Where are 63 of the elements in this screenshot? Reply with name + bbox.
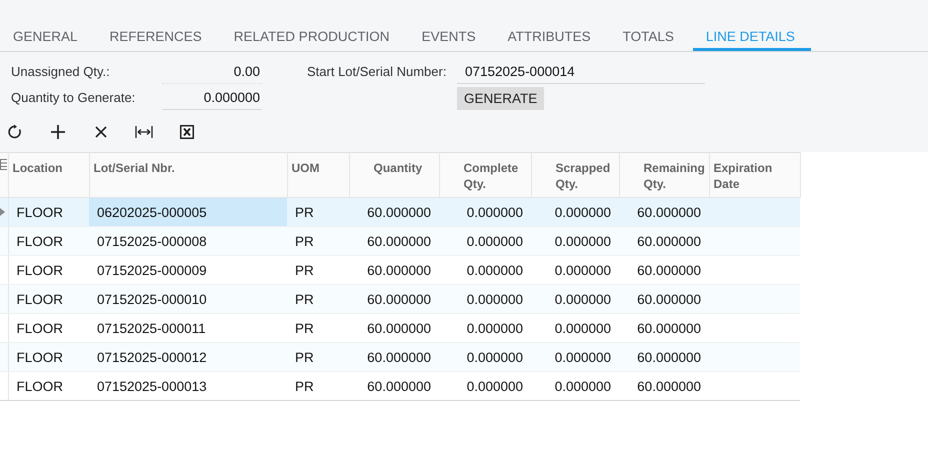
field-label: Quantity to Generate: [11, 90, 136, 107]
tab[interactable]: ATTRIBUTES [494, 0, 607, 51]
current-row-icon [0, 208, 5, 216]
table-cell: PR [287, 342, 349, 372]
field-label: Start Lot/Serial Number: [307, 64, 448, 81]
table-cell: 60.000000 [619, 342, 709, 372]
generate-button[interactable]: GENERATE [457, 87, 544, 110]
input-field[interactable]: 0.000000 [162, 90, 262, 110]
tab[interactable]: RELATED PRODUCTION [220, 0, 406, 51]
table-cell: 0.000000 [531, 198, 619, 226]
column-header[interactable]: Lot/Serial Nbr. [89, 152, 287, 198]
table-cell: FLOOR [8, 284, 89, 314]
table-cell: 60.000000 [349, 284, 439, 314]
refresh-icon[interactable] [6, 123, 24, 141]
field-label: Unassigned Qty.: [11, 64, 111, 81]
table-cell: 0.000000 [531, 226, 619, 256]
column-settings-icon[interactable] [0, 159, 7, 171]
table-cell: 0.000000 [439, 372, 531, 400]
column-header[interactable]: Location [8, 152, 89, 198]
table-cell: FLOOR [8, 226, 89, 256]
input-field[interactable]: 07152025-000014 [457, 64, 705, 84]
table-cell: 0.000000 [439, 226, 531, 256]
table-cell: 0.000000 [531, 284, 619, 314]
table-cell: 60.000000 [619, 284, 709, 314]
table-cell: 0.000000 [439, 342, 531, 372]
unassigned-qty-value: 0.00 [162, 64, 262, 84]
table-cell: 60.000000 [619, 226, 709, 256]
table-cell: 0.000000 [531, 372, 619, 400]
fit-width-icon[interactable] [135, 123, 153, 141]
table-cell: 0.000000 [531, 342, 619, 372]
tab[interactable]: LINE DETAILS [692, 0, 811, 51]
tab[interactable]: EVENTS [408, 0, 492, 51]
table-cell: PR [287, 198, 349, 226]
table-cell: PR [287, 226, 349, 256]
tab[interactable]: GENERAL [0, 0, 94, 51]
table-cell: FLOOR [8, 198, 89, 226]
plus-icon[interactable] [49, 123, 67, 141]
table-cell: 07152025-000010 [89, 284, 287, 314]
table-cell: 0.000000 [439, 198, 531, 226]
table-cell: 07152025-000012 [89, 342, 287, 372]
column-header[interactable]: Scrapped Qty. [531, 152, 619, 198]
table-cell: FLOOR [8, 372, 89, 400]
table-cell: 60.000000 [349, 198, 439, 226]
column-header[interactable]: Remaining Qty. [619, 152, 709, 198]
table-cell: FLOOR [8, 342, 89, 372]
tab[interactable]: TOTALS [610, 0, 690, 51]
column-header[interactable]: Complete Qty. [439, 152, 531, 198]
table-cell: 60.000000 [349, 342, 439, 372]
spreadsheet-x-icon[interactable] [178, 123, 196, 141]
table-cell: 0.000000 [439, 284, 531, 314]
column-header[interactable]: Quantity [349, 152, 439, 198]
table-cell: 07152025-000013 [89, 372, 287, 400]
column-header[interactable]: Expiration Date [709, 152, 800, 198]
column-header[interactable]: UOM [287, 152, 349, 198]
table-cell: 06202025-000005 [89, 198, 287, 226]
table-cell: PR [287, 372, 349, 400]
table-cell: 60.000000 [349, 372, 439, 400]
table-cell: 60.000000 [619, 372, 709, 400]
table-cell: PR [287, 284, 349, 314]
tab[interactable]: REFERENCES [96, 0, 218, 51]
table-cell: 60.000000 [349, 226, 439, 256]
table-cell: 07152025-000008 [89, 226, 287, 256]
table-cell: 60.000000 [619, 198, 709, 226]
